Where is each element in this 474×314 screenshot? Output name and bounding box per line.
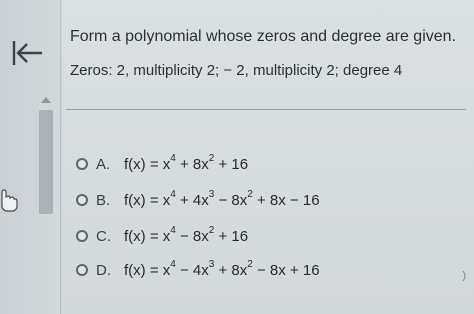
option-letter: C. (96, 227, 111, 245)
scroll-edge-mark (462, 270, 466, 282)
option-formula: f(x) = x4 − 8x2 + 16 (124, 225, 249, 245)
option-letter: A. (96, 155, 111, 173)
hand-pointer-icon (1, 189, 18, 212)
scrollbar-thumb[interactable] (39, 110, 53, 214)
option-b[interactable]: B. f(x) = x4 + 4x3 − 8x2 + 8x − 16 (76, 186, 456, 214)
question-prompt: Form a polynomial whose zeros and degree… (70, 28, 456, 45)
given-zeros: Zeros: 2, multiplicity 2; − 2, multiplic… (70, 62, 403, 79)
radio-button[interactable] (76, 158, 88, 170)
left-rail (0, 0, 61, 314)
option-letter: B. (96, 191, 111, 209)
radio-button[interactable] (76, 264, 88, 276)
option-d[interactable]: D. f(x) = x4 − 4x3 + 8x2 − 8x + 16 (76, 256, 456, 284)
chevron-up-icon[interactable] (39, 94, 53, 106)
option-formula: f(x) = x4 + 8x2 + 16 (124, 153, 249, 173)
divider (66, 109, 466, 110)
radio-button[interactable] (76, 230, 88, 242)
scrollbar[interactable] (36, 92, 56, 314)
option-formula: f(x) = x4 − 4x3 + 8x2 − 8x + 16 (124, 259, 320, 279)
option-formula: f(x) = x4 + 4x3 − 8x2 + 8x − 16 (124, 189, 320, 209)
back-arrow-icon[interactable] (10, 38, 44, 68)
radio-button[interactable] (76, 194, 88, 206)
option-letter: D. (96, 261, 111, 279)
option-a[interactable]: A. f(x) = x4 + 8x2 + 16 (76, 150, 456, 178)
option-c[interactable]: C. f(x) = x4 − 8x2 + 16 (76, 222, 456, 250)
question-panel: Form a polynomial whose zeros and degree… (62, 0, 474, 314)
